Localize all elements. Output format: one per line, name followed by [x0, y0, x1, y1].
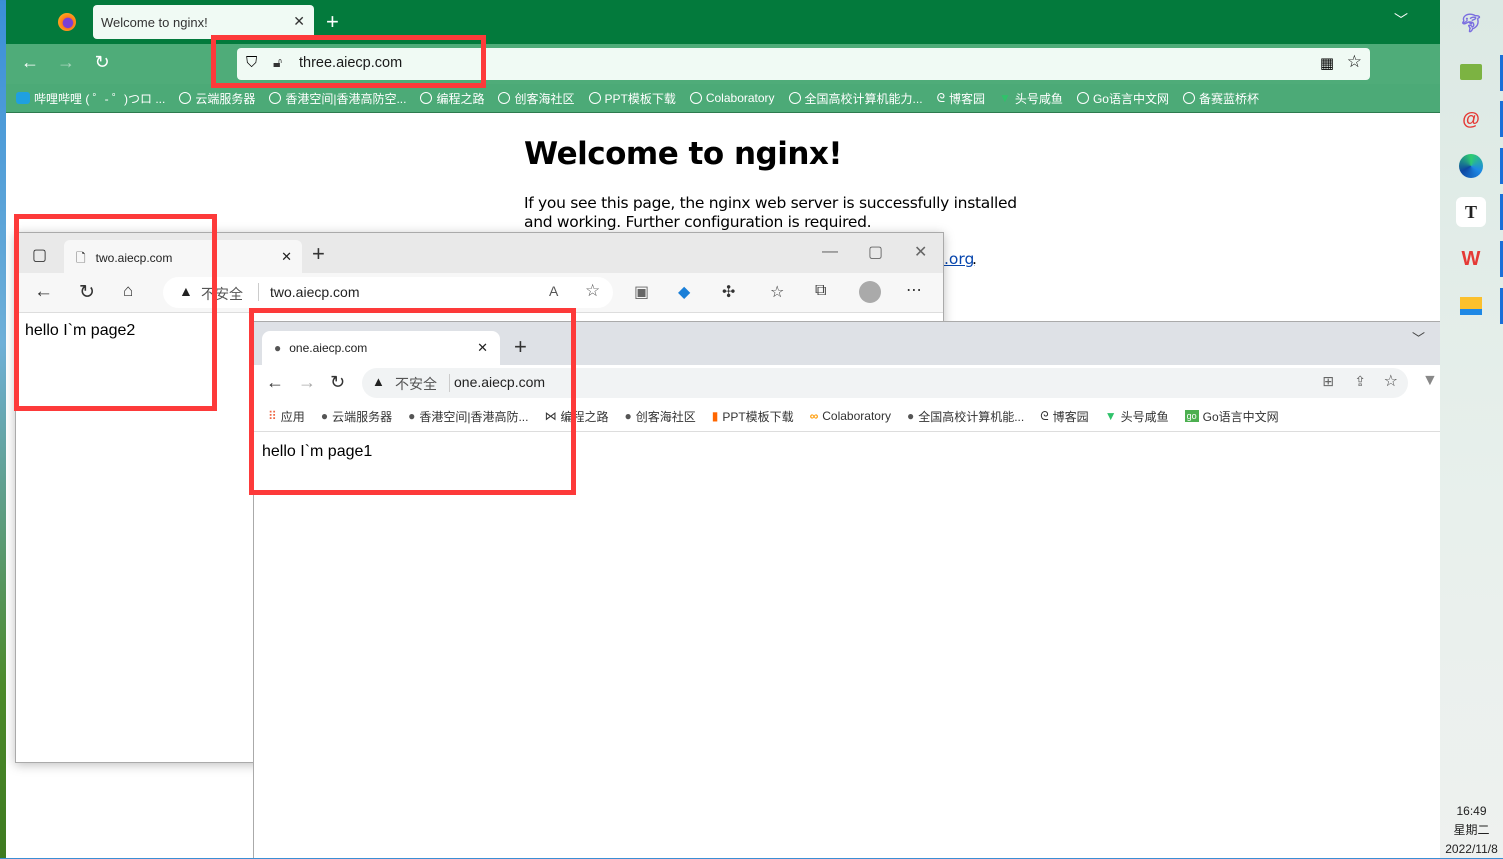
- nginx-welcome-content: Welcome to nginx! If you see this page, …: [524, 136, 1044, 232]
- tab-search-chevron-icon[interactable]: ﹀: [1412, 328, 1425, 347]
- profile-avatar[interactable]: [859, 281, 881, 303]
- extensions-icon[interactable]: ▣: [634, 282, 649, 302]
- maximize-icon[interactable]: ▢: [868, 242, 883, 262]
- share-icon[interactable]: ⇪: [1354, 373, 1366, 390]
- link-suffix: .: [972, 250, 977, 268]
- wps-icon[interactable]: W: [1456, 244, 1486, 274]
- close-window-icon[interactable]: ✕: [914, 242, 927, 262]
- bookmark-item[interactable]: ᘓ 博客园: [937, 90, 985, 107]
- address-bar[interactable]: ▲ 不安全 two.aiecp.com A ☆: [163, 277, 613, 308]
- globe-icon: [420, 92, 433, 104]
- bilibili-icon: [16, 92, 30, 104]
- highlight-box-three-url: [211, 35, 486, 88]
- intro-paragraph: If you see this page, the nginx web serv…: [524, 194, 1017, 231]
- folder-sync-icon[interactable]: [1456, 57, 1486, 87]
- globe-icon: [179, 92, 192, 104]
- snail-icon[interactable]: @: [1456, 104, 1486, 134]
- bookmark-star-icon[interactable]: ☆: [1347, 52, 1362, 72]
- firefox-bookmarks-bar: 哔哩哔哩 ( ゜- ゜)つロ ... 云端服务器 香港空间|香港高防空... 编…: [6, 84, 1440, 113]
- clock-weekday: 星期二: [1453, 823, 1490, 837]
- bookmark-item[interactable]: 云端服务器: [179, 90, 255, 107]
- qr-code-icon[interactable]: ▦: [1320, 54, 1334, 72]
- nginx-org-link[interactable]: .org: [944, 250, 974, 268]
- bookmark-item[interactable]: ᘓ 博客园: [1040, 408, 1088, 425]
- globe-icon: [1076, 92, 1089, 104]
- globe-icon: [588, 92, 601, 104]
- bookmark-item[interactable]: ● 创客海社区: [624, 408, 695, 425]
- bookmark-item[interactable]: Colaboratory: [689, 91, 775, 105]
- system-clock[interactable]: 16:49 星期二 2022/11/8: [1440, 802, 1503, 859]
- extension-cat-icon[interactable]: ◆: [678, 282, 690, 302]
- extension-v-icon[interactable]: ▼: [1422, 372, 1438, 390]
- bookmark-item[interactable]: ▼ 头号咸鱼: [999, 90, 1063, 107]
- cnblogs-icon: ᘓ: [1040, 408, 1049, 423]
- url-text[interactable]: two.aiecp.com: [270, 284, 359, 300]
- taskbar: 🐬︎ @ T W: [1440, 0, 1503, 858]
- reload-icon[interactable]: ↻: [90, 52, 114, 73]
- dolphin-icon[interactable]: 🐬︎: [1456, 8, 1486, 38]
- ppt-icon: ▮: [711, 409, 719, 423]
- bookmark-item[interactable]: ● 全国高校计算机能...: [907, 408, 1024, 425]
- highlight-box-page2: [14, 214, 217, 411]
- bookmark-item[interactable]: ∞ Colaboratory: [810, 409, 891, 423]
- clock-date: 2022/11/8: [1445, 842, 1498, 856]
- bookmark-item[interactable]: 编程之路: [420, 90, 484, 107]
- bookmark-item[interactable]: PPT模板下载: [588, 90, 676, 107]
- cnblogs-icon: ᘓ: [936, 90, 946, 105]
- globe-icon: ●: [906, 409, 915, 423]
- list-tabs-chevron-down-icon[interactable]: ﹀: [1394, 10, 1408, 30]
- tab-welcome-nginx[interactable]: Welcome to nginx! ✕: [93, 5, 314, 39]
- firefox-logo-icon[interactable]: [58, 13, 76, 31]
- read-aloud-icon[interactable]: A: [549, 283, 558, 299]
- edge-icon[interactable]: [1456, 151, 1486, 181]
- more-icon[interactable]: ⋯: [906, 280, 922, 300]
- go-icon: go: [1184, 410, 1199, 422]
- bookmark-item[interactable]: go Go语言中文网: [1184, 408, 1279, 425]
- new-tab-icon[interactable]: +: [312, 241, 325, 267]
- page-title: Welcome to nginx!: [524, 136, 843, 172]
- tab-title: Welcome to nginx!: [101, 15, 208, 30]
- bookmark-star-icon[interactable]: ☆: [1384, 371, 1398, 391]
- typora-icon[interactable]: T: [1456, 197, 1486, 227]
- bookmark-item[interactable]: 备赛蓝桥杯: [1182, 90, 1259, 107]
- bookmark-item[interactable]: Go语言中文网: [1076, 90, 1169, 107]
- colab-icon: ∞: [809, 409, 819, 423]
- globe-icon: ●: [624, 409, 632, 423]
- bookmark-item[interactable]: ▼ 头号咸鱼: [1105, 408, 1169, 425]
- globe-icon: [269, 92, 282, 104]
- fox-icon: ▼: [1104, 409, 1117, 423]
- forward-icon[interactable]: →: [54, 52, 78, 73]
- close-tab-icon[interactable]: ✕: [281, 249, 292, 265]
- globe-icon: [1182, 92, 1195, 104]
- clock-time: 16:49: [1456, 804, 1487, 818]
- back-icon[interactable]: ←: [18, 52, 42, 73]
- bookmark-item[interactable]: ▮ PPT模板下载: [712, 408, 794, 425]
- globe-icon: [788, 92, 801, 104]
- collections-icon[interactable]: ⧉: [815, 282, 826, 300]
- minimize-icon[interactable]: —: [822, 243, 838, 261]
- highlight-box-page1: [249, 308, 576, 495]
- file-explorer-icon[interactable]: [1456, 291, 1486, 321]
- bookmark-item[interactable]: 创客海社区: [498, 90, 575, 107]
- bookmark-item[interactable]: 香港空间|香港高防空...: [269, 90, 406, 107]
- favorites-icon[interactable]: ☆: [770, 282, 784, 302]
- puzzle-icon[interactable]: ✣: [722, 282, 735, 302]
- bookmark-item[interactable]: 哔哩哔哩 ( ゜- ゜)つロ ...: [16, 90, 165, 107]
- globe-icon: [498, 92, 511, 104]
- new-tab-icon[interactable]: +: [326, 9, 339, 35]
- translate-icon[interactable]: ⊞: [1322, 373, 1334, 390]
- close-tab-icon[interactable]: ✕: [293, 13, 305, 30]
- globe-icon: [689, 92, 702, 104]
- fox-icon: ▼: [999, 91, 1011, 105]
- divider: [258, 283, 259, 301]
- add-favorite-icon[interactable]: ☆: [585, 281, 600, 301]
- bookmark-item[interactable]: 全国高校计算机能力...: [788, 90, 923, 107]
